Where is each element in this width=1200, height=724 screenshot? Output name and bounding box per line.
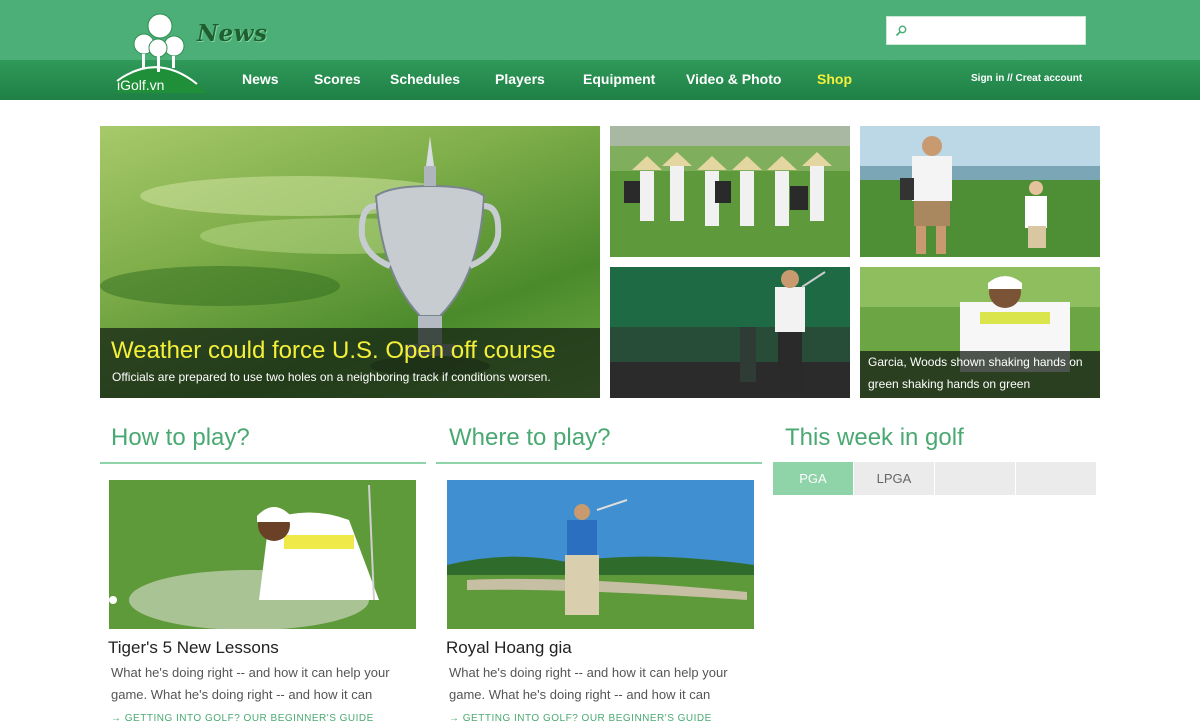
site-header: iGolf.vn News News Scores Schedules Play…: [0, 0, 1200, 100]
nav-video-photo[interactable]: Video & Photo: [686, 71, 781, 87]
this-week-heading: This week in golf: [785, 424, 964, 451]
tiger-bunker-photo: [109, 480, 416, 629]
thumb-story-2[interactable]: [860, 126, 1100, 257]
how-to-play-link[interactable]: → GETTING INTO GOLF? OUR BEGINNER'S GUID…: [111, 713, 374, 724]
nav-players[interactable]: Players: [495, 71, 545, 87]
hero-story[interactable]: Weather could force U.S. Open off course…: [100, 126, 600, 398]
search-input[interactable]: [913, 21, 1081, 41]
tab-empty-2[interactable]: [1016, 462, 1096, 495]
caddies-photo: [610, 126, 850, 257]
where-to-play-image[interactable]: [447, 480, 754, 629]
how-to-play-heading: How to play?: [111, 424, 250, 451]
thumb-story-4[interactable]: Garcia, Woods shown shaking hands on gre…: [860, 267, 1100, 398]
nav-news[interactable]: News: [242, 71, 279, 87]
nav-scores[interactable]: Scores: [314, 71, 361, 87]
hero-title[interactable]: Weather could force U.S. Open off course: [111, 337, 556, 365]
hero-description: Officials are prepared to use two holes …: [112, 370, 551, 384]
how-to-play-title[interactable]: Tiger's 5 New Lessons: [108, 638, 279, 658]
thumb-story-3[interactable]: [610, 267, 850, 398]
how-to-play-image[interactable]: [109, 480, 416, 629]
nav-equipment[interactable]: Equipment: [583, 71, 655, 87]
logo-text: iGolf.vn: [117, 77, 165, 93]
how-to-play-rule: [100, 462, 426, 464]
nav-shop[interactable]: Shop: [817, 71, 852, 87]
section-title: News: [197, 20, 268, 47]
course-golfer-photo: [447, 480, 754, 629]
sign-in-link[interactable]: Sign in: [971, 73, 1004, 84]
where-to-play-link[interactable]: → GETTING INTO GOLF? OUR BEGINNER'S GUID…: [449, 713, 712, 724]
driving-range-photo: [610, 267, 850, 398]
how-to-play-desc: What he's doing right -- and how it can …: [111, 665, 390, 702]
where-to-play-title[interactable]: Royal Hoang gia: [446, 638, 572, 658]
where-to-play-desc: What he's doing right -- and how it can …: [449, 665, 728, 702]
tab-pga[interactable]: PGA: [773, 462, 853, 495]
create-account-link[interactable]: Creat account: [1015, 73, 1082, 84]
auth-separator: //: [1007, 73, 1013, 84]
tab-lpga[interactable]: LPGA: [854, 462, 934, 495]
thumb-4-caption: Garcia, Woods shown shaking hands on gre…: [860, 351, 1100, 398]
father-son-golf-photo: [860, 126, 1100, 257]
thumb-story-1[interactable]: [610, 126, 850, 257]
where-to-play-rule: [436, 462, 762, 464]
hero-caption: Weather could force U.S. Open off course…: [100, 328, 600, 398]
search-box[interactable]: [886, 16, 1086, 45]
tab-empty-1[interactable]: [935, 462, 1015, 495]
search-icon: [895, 25, 907, 37]
tour-tabs: PGA LPGA: [773, 462, 1096, 495]
auth-links: Sign in // Creat account: [971, 73, 1082, 84]
nav-schedules[interactable]: Schedules: [390, 71, 460, 87]
where-to-play-heading: Where to play?: [449, 424, 611, 451]
